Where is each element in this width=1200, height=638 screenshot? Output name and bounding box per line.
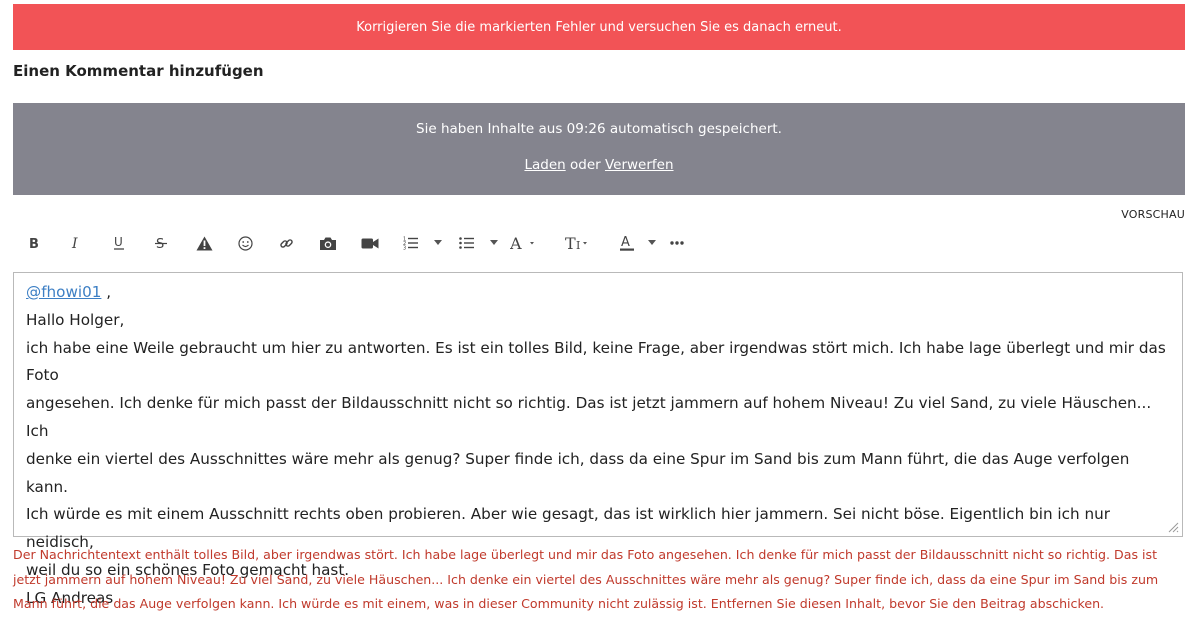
- warning-icon[interactable]: [195, 230, 213, 256]
- strikethrough-icon[interactable]: S: [153, 230, 169, 256]
- underline-icon[interactable]: U: [111, 230, 127, 256]
- font-icon[interactable]: A: [510, 230, 540, 256]
- comment-editor[interactable]: @fhowi01 , Hallo Holger, ich habe eine W…: [13, 272, 1183, 607]
- numbered-list-dropdown-icon[interactable]: [434, 240, 442, 245]
- editor-line: ich habe eine Weile gebraucht um hier zu…: [26, 338, 1166, 385]
- autosave-actions: Laden oder Verwerfen: [13, 157, 1185, 173]
- camera-icon[interactable]: [318, 230, 338, 256]
- text-size-icon[interactable]: TI: [565, 230, 595, 256]
- editor-line: Hallo Holger,: [26, 310, 125, 329]
- mention-suffix: ,: [101, 283, 112, 301]
- validation-error-line: Mann führt, die das Auge verfolgen kann.…: [13, 596, 1105, 611]
- bold-icon[interactable]: B: [26, 230, 42, 256]
- resize-handle-icon[interactable]: [1167, 521, 1179, 533]
- autosave-message: Sie haben Inhalte aus 09:26 automatisch …: [416, 121, 782, 137]
- discard-link[interactable]: Verwerfen: [605, 157, 674, 173]
- preview-button[interactable]: VORSCHAU: [1121, 208, 1185, 221]
- or-label: oder: [569, 157, 601, 173]
- error-banner: Korrigieren Sie die markierten Fehler un…: [13, 4, 1185, 50]
- emoji-icon[interactable]: [236, 230, 254, 256]
- link-icon[interactable]: [277, 230, 295, 256]
- video-icon[interactable]: [360, 230, 380, 256]
- user-mention-link[interactable]: @fhowi01: [26, 283, 101, 301]
- editor-line-mention: @fhowi01 ,: [26, 279, 1170, 307]
- svg-text:I: I: [71, 236, 78, 250]
- svg-text:3: 3: [403, 246, 406, 251]
- bulleted-list-dropdown-icon[interactable]: [490, 240, 498, 245]
- load-link[interactable]: Laden: [524, 157, 565, 173]
- text-color-icon[interactable]: A: [618, 230, 636, 256]
- autosave-notice: Sie haben Inhalte aus 09:26 automatisch …: [13, 103, 1185, 195]
- validation-error-line: Der Nachrichtentext enthält tolles Bild,…: [13, 547, 1158, 562]
- validation-error-message: Der Nachrichtentext enthält tolles Bild,…: [13, 543, 1191, 617]
- svg-text:B: B: [29, 237, 39, 250]
- svg-text:I: I: [576, 239, 580, 251]
- svg-text:A: A: [510, 235, 522, 251]
- editor-line: angesehen. Ich denke für mich passt der …: [26, 394, 1152, 440]
- editor-line: denke ein viertel des Ausschnittes wäre …: [26, 449, 1130, 496]
- editor-toolbar: B I U S 123 A TI A: [20, 230, 720, 256]
- more-icon[interactable]: [668, 230, 686, 256]
- svg-text:T: T: [565, 235, 576, 251]
- error-banner-text: Korrigieren Sie die markierten Fehler un…: [356, 19, 842, 35]
- numbered-list-icon[interactable]: 123: [402, 230, 420, 256]
- svg-text:U: U: [114, 235, 123, 249]
- text-color-dropdown-icon[interactable]: [648, 240, 656, 245]
- validation-error-line: jetzt jammern auf hohem Niveau! Zu viel …: [13, 571, 1159, 587]
- section-title: Einen Kommentar hinzufügen: [13, 62, 264, 80]
- italic-icon[interactable]: I: [68, 230, 84, 256]
- svg-text:A: A: [621, 235, 630, 250]
- bulleted-list-icon[interactable]: [458, 230, 476, 256]
